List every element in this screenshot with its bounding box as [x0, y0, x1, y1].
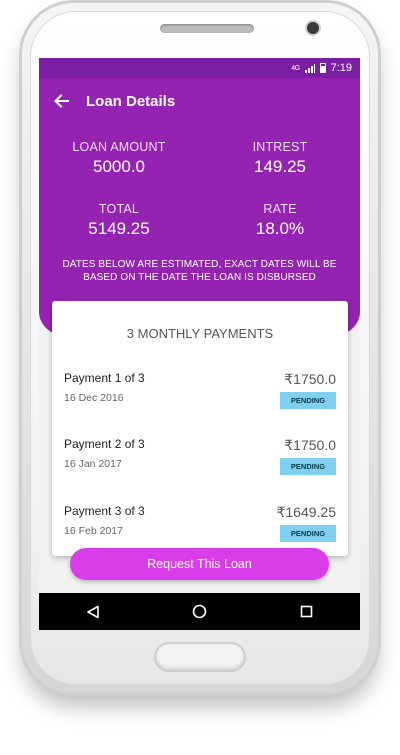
pending-status-badge: PENDING	[280, 525, 336, 542]
rate-value: 18.0%	[255, 219, 305, 238]
app-bar: Loan Details	[39, 78, 360, 124]
battery-icon	[319, 63, 326, 73]
interest-label: INTREST	[252, 140, 308, 154]
request-loan-button[interactable]: Request This Loan	[70, 548, 329, 580]
payment-name: Payment 2 of 3	[64, 437, 145, 451]
total-label: TOTAL	[98, 202, 140, 216]
total-value: 5149.25	[88, 219, 150, 238]
payment-name: Payment 3 of 3	[64, 504, 145, 518]
total-stat: TOTAL 5149.25	[49, 202, 189, 239]
rate-label: RATE	[263, 202, 297, 216]
payment-row[interactable]: Payment 1 of 3 16 Dec 2016 ₹1750.0 PENDI…	[52, 371, 348, 431]
payment-row[interactable]: Payment 2 of 3 16 Jan 2017 ₹1750.0 PENDI…	[52, 437, 348, 497]
loan-amount-value: 5000.0	[93, 157, 145, 176]
loan-amount-label: LOAN AMOUNT	[72, 140, 166, 154]
payment-amount: ₹1649.25	[276, 504, 336, 520]
front-camera	[307, 22, 319, 34]
estimate-notice: DATES BELOW ARE ESTIMATED, EXACT DATES W…	[62, 259, 337, 283]
pending-status-badge: PENDING	[280, 458, 336, 475]
earpiece-speaker	[160, 24, 254, 33]
home-circle-icon	[192, 604, 207, 619]
nav-recents-button[interactable]	[287, 593, 327, 630]
signal-icon	[304, 63, 315, 73]
payment-name: Payment 1 of 3	[64, 371, 145, 385]
back-triangle-icon	[86, 605, 99, 618]
rate-stat: RATE 18.0%	[210, 202, 350, 239]
status-bar: 4G 7:19	[39, 58, 360, 78]
hardware-home-button[interactable]	[156, 644, 244, 670]
payment-amount: ₹1750.0	[284, 371, 336, 387]
payment-date: 16 Feb 2017	[64, 525, 123, 537]
payment-date: 16 Jan 2017	[64, 458, 122, 470]
arrow-back-icon	[54, 94, 69, 108]
page-title: Loan Details	[86, 92, 176, 110]
recents-square-icon	[300, 605, 313, 618]
screen: 4G 7:19 Loan Details LOAN AMOUNT 5000.0 …	[39, 58, 360, 630]
network-type: 4G	[291, 64, 300, 72]
payment-amount: ₹1750.0	[284, 437, 336, 453]
loan-summary-header: Loan Details LOAN AMOUNT 5000.0 INTREST …	[39, 78, 360, 338]
nav-back-button[interactable]	[73, 593, 113, 630]
payments-card: 3 MONTHLY PAYMENTS Payment 1 of 3 16 Dec…	[52, 301, 348, 556]
interest-value: 149.25	[254, 157, 306, 176]
payments-card-title: 3 MONTHLY PAYMENTS	[126, 326, 274, 341]
interest-stat: INTREST 149.25	[210, 140, 350, 177]
back-button[interactable]	[39, 78, 83, 124]
clock: 7:19	[330, 62, 352, 74]
payment-date: 16 Dec 2016	[64, 392, 124, 404]
nav-home-button[interactable]	[180, 593, 220, 630]
android-nav-bar	[39, 593, 360, 630]
pending-status-badge: PENDING	[280, 392, 336, 409]
loan-amount-stat: LOAN AMOUNT 5000.0	[49, 140, 189, 177]
